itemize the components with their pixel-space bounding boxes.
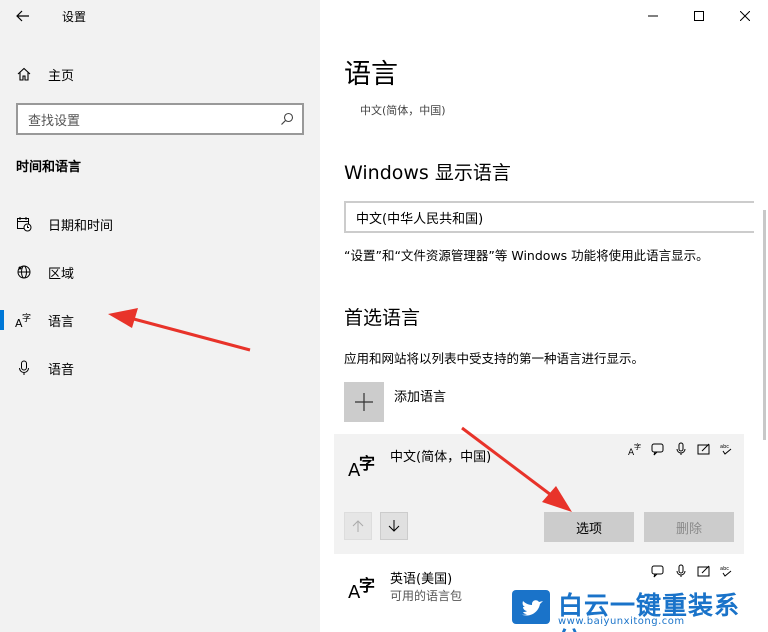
search-placeholder: 查找设置: [28, 113, 81, 129]
globe-icon: [0, 264, 48, 280]
svg-text:字: 字: [634, 442, 641, 451]
display-language-icon: A字: [628, 442, 642, 456]
scrollbar[interactable]: [763, 210, 766, 440]
titlebar-left: 设置: [0, 0, 320, 32]
language-name: 中文(简体，中国): [390, 450, 492, 465]
sidebar-home[interactable]: 主页: [0, 58, 320, 90]
plus-icon: [344, 382, 384, 422]
language-name: 英语(美国): [390, 572, 453, 587]
spellcheck-icon: abc: [720, 564, 734, 578]
language-glyph-icon: A字: [348, 576, 376, 603]
language-features: abc: [651, 564, 734, 578]
window-title: 设置: [62, 9, 87, 24]
language-icon: A字: [0, 312, 48, 328]
speech-bubble-icon: [651, 442, 665, 456]
page-title: 语言: [344, 59, 398, 90]
add-language-button[interactable]: 添加语言: [344, 382, 446, 422]
sidebar-item-date-time[interactable]: 日期和时间: [0, 204, 320, 244]
back-button[interactable]: [0, 0, 46, 32]
sidebar-item-label: 日期和时间: [48, 218, 114, 234]
arrow-up-icon: [352, 520, 364, 532]
display-language-select[interactable]: 中文(中华人民共和国): [344, 201, 754, 233]
close-icon: [740, 11, 750, 21]
microphone-icon: [0, 360, 48, 376]
section-title: 时间和语言: [16, 160, 82, 175]
maximize-icon: [694, 11, 704, 21]
calendar-clock-icon: [0, 216, 48, 232]
close-button[interactable]: [722, 0, 768, 32]
display-language-heading: Windows 显示语言: [344, 162, 511, 184]
watermark: 白云一键重装系统 www.baiyunxitong.com: [510, 586, 764, 632]
language-glyph-icon: A字: [348, 454, 376, 481]
content-pane: 语言 中文(简体，中国) Windows 显示语言 中文(中华人民共和国) “设…: [320, 0, 768, 632]
preferred-language-note: 应用和网站将以列表中受支持的第一种语言进行显示。: [344, 351, 645, 366]
microphone-icon: [674, 564, 688, 578]
sidebar-item-label: 语音: [48, 362, 75, 378]
sidebar-item-language[interactable]: A字 语言: [0, 300, 320, 340]
language-features: A字 abc: [628, 442, 734, 456]
search-icon: [281, 112, 294, 125]
sidebar-item-region[interactable]: 区域: [0, 252, 320, 292]
sidebar-item-speech[interactable]: 语音: [0, 348, 320, 388]
watermark-url: www.baiyunxitong.com: [558, 616, 685, 627]
options-button[interactable]: 选项: [544, 512, 634, 542]
minimize-button[interactable]: [630, 0, 676, 32]
sidebar-item-label: 语言: [48, 314, 75, 330]
add-language-label: 添加语言: [394, 390, 447, 405]
handwriting-icon: [697, 442, 711, 456]
preferred-language-heading: 首选语言: [344, 307, 421, 329]
spellcheck-icon: abc: [720, 442, 734, 456]
microphone-icon: [674, 442, 688, 456]
move-down-button[interactable]: [380, 512, 408, 540]
svg-text:abc: abc: [720, 444, 729, 450]
home-icon: [0, 66, 48, 82]
back-arrow-icon: [16, 10, 29, 22]
display-language-note: “设置”和“文件资源管理器”等 Windows 功能将使用此语言显示。: [344, 248, 709, 263]
sidebar: 设置 主页 查找设置 时间和语言 日期和时间 区域 A字 语言 语音: [0, 0, 320, 632]
language-item-chinese[interactable]: A字 中文(简体，中国) A字 abc 选项 删除: [334, 434, 744, 554]
speech-bubble-icon: [651, 564, 665, 578]
language-pack-status: 可用的语言包: [390, 589, 463, 603]
svg-text:abc: abc: [720, 566, 729, 572]
arrow-down-icon: [388, 520, 400, 532]
svg-text:字: 字: [22, 312, 31, 324]
home-label: 主页: [48, 68, 75, 84]
remove-button[interactable]: 删除: [644, 512, 734, 542]
window-controls: [630, 0, 768, 32]
handwriting-icon: [697, 564, 711, 578]
maximize-button[interactable]: [676, 0, 722, 32]
sidebar-item-label: 区域: [48, 266, 75, 282]
twitter-bird-logo-icon: [512, 590, 550, 624]
page-subtitle: 中文(简体，中国): [360, 104, 446, 117]
move-up-button[interactable]: [344, 512, 372, 540]
search-input[interactable]: 查找设置: [16, 103, 304, 135]
minimize-icon: [648, 15, 658, 17]
